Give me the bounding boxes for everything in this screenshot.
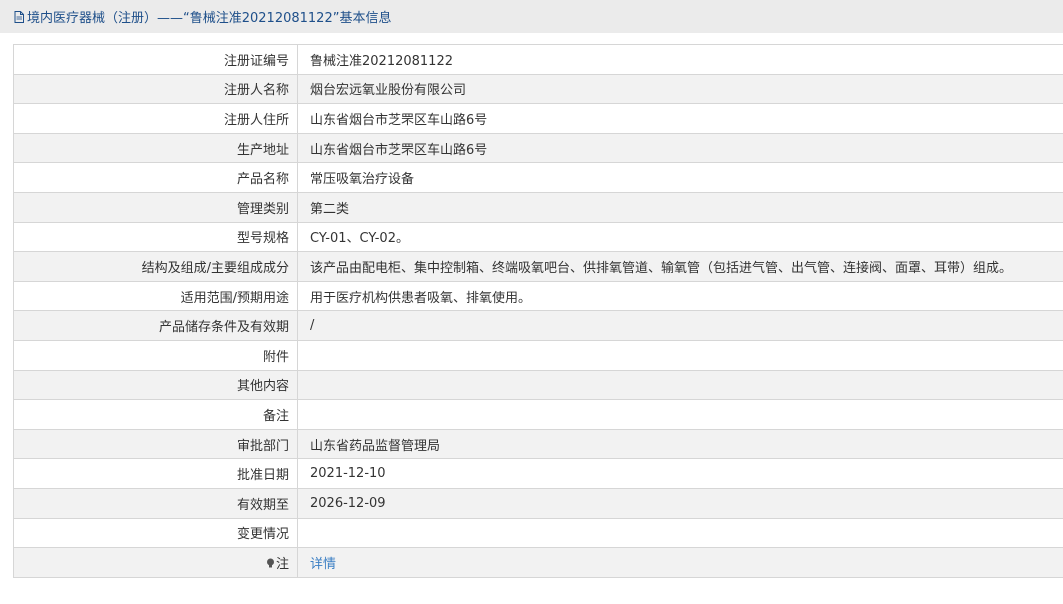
note-value-cell: 详情 [297, 547, 1063, 578]
document-icon [14, 10, 24, 23]
table-row: 注册人名称 烟台宏远氧业股份有限公司 [13, 73, 1063, 105]
row-label: 产品储存条件及有效期 [13, 310, 298, 341]
page-title: 境内医疗器械（注册）——“鲁械注准20212081122”基本信息 [27, 11, 392, 26]
table-row: 管理类别 第二类 [13, 191, 1063, 223]
row-value: 2026-12-09 [297, 487, 1063, 519]
table-row: 变更情况 [13, 517, 1063, 549]
row-label: 生产地址 [13, 132, 298, 164]
note-label-cell: 注 [13, 547, 298, 578]
row-label: 附件 [13, 339, 298, 371]
details-link[interactable]: 详情 [310, 557, 336, 572]
row-value: 鲁械注准20212081122 [297, 44, 1063, 75]
row-value: 山东省药品监督管理局 [297, 428, 1063, 460]
table-row: 备注 [13, 399, 1063, 430]
table-row: 产品储存条件及有效期 / [13, 310, 1063, 341]
table-row: 型号规格 CY-01、CY-02。 [13, 221, 1063, 253]
note-row: 注 详情 [13, 547, 1063, 578]
row-label: 型号规格 [13, 221, 298, 253]
row-value: 第二类 [297, 191, 1063, 223]
row-label: 适用范围/预期用途 [13, 280, 298, 312]
row-value: 常压吸氧治疗设备 [297, 162, 1063, 193]
table-row: 生产地址 山东省烟台市芝罘区车山路6号 [13, 132, 1063, 164]
row-label: 变更情况 [13, 517, 298, 549]
row-value: 用于医疗机构供患者吸氧、排氧使用。 [297, 280, 1063, 312]
table-row: 产品名称 常压吸氧治疗设备 [13, 162, 1063, 193]
table-row: 注册人住所 山东省烟台市芝罘区车山路6号 [13, 103, 1063, 134]
row-value [297, 399, 1063, 430]
row-label: 产品名称 [13, 162, 298, 193]
row-value: 山东省烟台市芝罘区车山路6号 [297, 132, 1063, 164]
row-label: 结构及组成/主要组成成分 [13, 251, 298, 282]
table-row: 有效期至 2026-12-09 [13, 487, 1063, 519]
row-value [297, 369, 1063, 401]
row-label: 注册证编号 [13, 44, 298, 75]
row-label: 备注 [13, 399, 298, 430]
row-label: 有效期至 [13, 487, 298, 519]
row-label: 注册人住所 [13, 103, 298, 134]
table-row: 结构及组成/主要组成成分 该产品由配电柜、集中控制箱、终端吸氧吧台、供排氧管道、输… [13, 251, 1063, 282]
row-value: 2021-12-10 [297, 458, 1063, 489]
row-value: / [297, 310, 1063, 341]
lightbulb-icon [266, 558, 274, 568]
table-row: 附件 [13, 339, 1063, 371]
row-label: 注册人名称 [13, 73, 298, 105]
info-table: 注册证编号 鲁械注准20212081122 注册人名称 烟台宏远氧业股份有限公司 注… [13, 44, 1063, 578]
table-row: 注册证编号 鲁械注准20212081122 [13, 44, 1063, 75]
row-label: 管理类别 [13, 191, 298, 223]
table-row: 其他内容 [13, 369, 1063, 401]
row-value: 该产品由配电柜、集中控制箱、终端吸氧吧台、供排氧管道、输氧管（包括进气管、出气管… [297, 251, 1063, 282]
note-label: 注 [275, 556, 289, 572]
row-value [297, 517, 1063, 549]
row-value: 烟台宏远氧业股份有限公司 [297, 73, 1063, 105]
row-label: 其他内容 [13, 369, 298, 401]
row-value: CY-01、CY-02。 [297, 221, 1063, 253]
table-row: 适用范围/预期用途 用于医疗机构供患者吸氧、排氧使用。 [13, 280, 1063, 312]
row-value: 山东省烟台市芝罘区车山路6号 [297, 103, 1063, 134]
row-value [297, 339, 1063, 371]
table-row: 批准日期 2021-12-10 [13, 458, 1063, 489]
table-row: 审批部门 山东省药品监督管理局 [13, 428, 1063, 460]
row-label: 审批部门 [13, 428, 298, 460]
row-label: 批准日期 [13, 458, 298, 489]
page-title-bar: 境内医疗器械（注册）——“鲁械注准20212081122”基本信息 [0, 0, 1063, 33]
